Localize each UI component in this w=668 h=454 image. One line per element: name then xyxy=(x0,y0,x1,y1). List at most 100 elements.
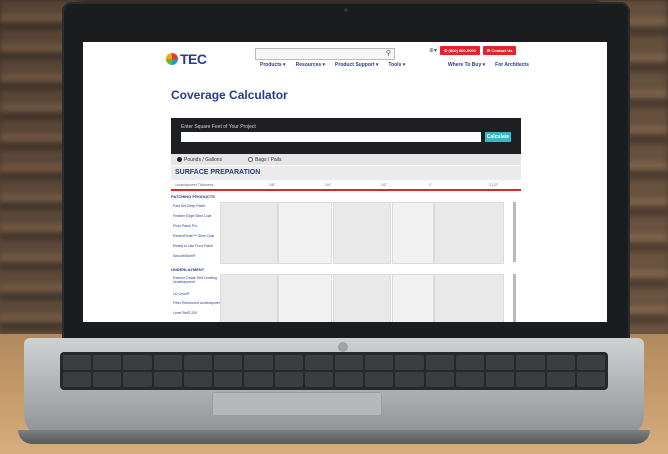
group-title-patching: PATCHING PRODUCTS xyxy=(171,194,215,199)
calculate-button[interactable]: Calculate xyxy=(485,132,511,142)
list-item: SmoothSkim® xyxy=(173,254,196,258)
result-cells xyxy=(392,202,434,264)
brand-name: TEC xyxy=(180,51,207,67)
site-header: TEC ⚲ ⊕▾ ✆ (800) 000-0000 ✉ Contact Us P… xyxy=(83,42,607,72)
list-item: Feather Edge Skim Coat xyxy=(173,214,212,218)
main-nav: Products ▾ Resources ▾ Product Support ▾… xyxy=(260,62,405,68)
result-cells xyxy=(220,202,278,264)
webcam xyxy=(344,8,348,12)
nav-resources[interactable]: Resources ▾ xyxy=(296,62,325,68)
result-cells xyxy=(333,274,391,322)
result-cells xyxy=(434,202,504,264)
col-1-2: 1/2" xyxy=(381,183,388,187)
key xyxy=(576,355,605,370)
key xyxy=(425,355,454,370)
key xyxy=(455,355,485,370)
result-cells xyxy=(278,274,332,322)
key xyxy=(395,372,424,387)
language-globe-icon[interactable]: ⊕▾ xyxy=(429,47,437,54)
scrollbar[interactable] xyxy=(513,202,516,262)
top-actions: ⊕▾ ✆ (800) 000-0000 ✉ Contact Us xyxy=(429,46,517,55)
scrollbar[interactable] xyxy=(513,274,516,322)
key xyxy=(516,355,545,370)
list-item: Level Set® 200 xyxy=(173,311,197,315)
key xyxy=(63,372,92,387)
radio-unselected-icon xyxy=(248,156,254,162)
list-item: Floor Patch Pro xyxy=(173,224,198,228)
laptop-front-edge xyxy=(18,430,650,444)
radio-selected-icon xyxy=(177,156,182,162)
section-header: SURFACE PREPARATION xyxy=(171,166,521,180)
key xyxy=(274,372,303,387)
key xyxy=(153,355,182,370)
tec-logo-mark-icon xyxy=(166,53,178,65)
unit-bags-pails[interactable]: Bags / Pails xyxy=(248,156,282,163)
nav-product-support[interactable]: Product Support ▾ xyxy=(335,62,378,68)
key xyxy=(214,355,243,370)
key xyxy=(395,355,424,370)
key xyxy=(334,355,364,370)
key xyxy=(214,372,243,387)
laptop-logo-icon xyxy=(338,342,348,352)
unit-pounds-gallons[interactable]: Pounds / Gallons xyxy=(177,157,222,163)
column-headers: Underlayment Thickness 1/8" 1/4" 1/2" 1"… xyxy=(171,181,521,189)
result-cells xyxy=(392,274,434,322)
laptop-lid: TEC ⚲ ⊕▾ ✆ (800) 000-0000 ✉ Contact Us P… xyxy=(62,2,630,348)
key xyxy=(123,355,152,370)
key xyxy=(304,355,333,370)
tec-logo[interactable]: TEC xyxy=(166,51,207,67)
group-title-underlayment: UNDERLAYMENT xyxy=(171,267,205,272)
result-cells xyxy=(220,274,278,322)
square-feet-input[interactable] xyxy=(181,132,481,142)
list-item: PerfectFinish™ Skim Coat xyxy=(173,234,215,238)
key xyxy=(486,355,515,370)
list-item: Exterior Grade Self-Leveling Underlaymen… xyxy=(173,276,217,284)
key xyxy=(274,355,303,370)
contact-us-button[interactable]: ✉ Contact Us xyxy=(482,46,517,55)
key xyxy=(123,372,152,387)
secondary-nav: Where To Buy ▾ For Architects xyxy=(448,62,529,68)
key xyxy=(546,372,575,387)
list-item: LD Level® xyxy=(173,292,190,296)
col-1: 1" xyxy=(429,183,433,187)
result-cells xyxy=(278,202,332,264)
key xyxy=(425,372,454,387)
key xyxy=(183,355,213,370)
key xyxy=(244,355,273,370)
key xyxy=(516,372,545,387)
list-item: Fast Set Deep Patch xyxy=(173,204,206,208)
search-icon[interactable]: ⚲ xyxy=(386,49,391,59)
result-cells xyxy=(434,274,504,322)
divider xyxy=(171,189,521,191)
key xyxy=(486,372,515,387)
key xyxy=(576,372,605,387)
nav-tools[interactable]: Tools ▾ xyxy=(388,62,405,68)
page-title: Coverage Calculator xyxy=(171,88,288,102)
nav-for-architects[interactable]: For Architects xyxy=(495,62,529,68)
laptop-screen: TEC ⚲ ⊕▾ ✆ (800) 000-0000 ✉ Contact Us P… xyxy=(83,42,607,322)
list-item: Fiber Reinforced Underlayment xyxy=(173,301,222,305)
square-feet-label: Enter Square Feet of Your Project xyxy=(181,124,256,130)
col-2-1-2: 2 1/2" xyxy=(489,183,499,187)
key xyxy=(244,372,273,387)
thickness-label: Underlayment Thickness xyxy=(175,183,214,187)
key xyxy=(365,355,394,370)
nav-products[interactable]: Products ▾ xyxy=(260,62,286,68)
key xyxy=(153,372,182,387)
key xyxy=(304,372,333,387)
key xyxy=(93,372,122,387)
phone-button[interactable]: ✆ (800) 000-0000 xyxy=(440,46,480,55)
result-cells xyxy=(333,202,391,264)
col-1-4: 1/4" xyxy=(325,183,332,187)
section-title: SURFACE PREPARATION xyxy=(175,169,261,176)
keyboard xyxy=(60,352,608,390)
key xyxy=(183,372,213,387)
touchpad xyxy=(212,392,382,416)
nav-where-to-buy[interactable]: Where To Buy ▾ xyxy=(448,62,485,68)
search-input[interactable]: ⚲ xyxy=(255,48,395,60)
key xyxy=(546,355,575,370)
calculator-panel: Enter Square Feet of Your Project Calcul… xyxy=(171,118,521,154)
list-item: Ready to Use Floor Patch xyxy=(173,244,214,248)
key xyxy=(365,372,394,387)
key xyxy=(63,355,92,370)
